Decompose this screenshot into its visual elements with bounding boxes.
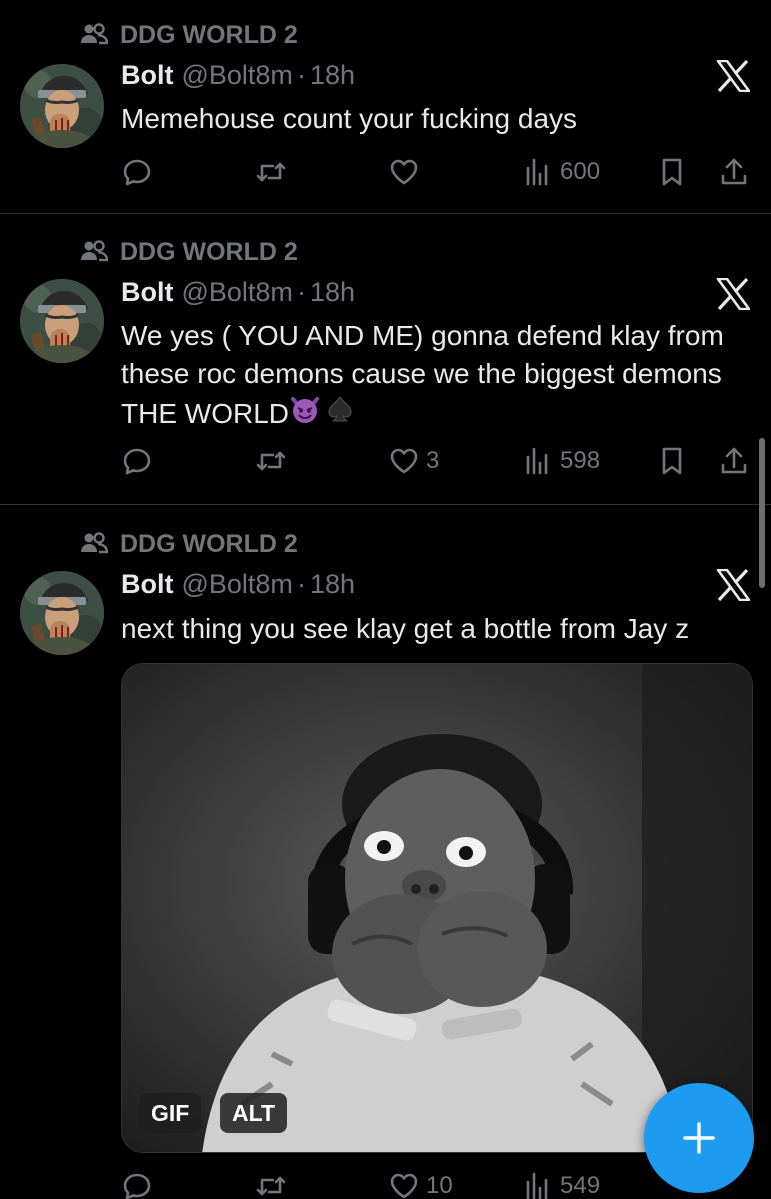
views-button[interactable]: 549 xyxy=(522,1166,600,1199)
tweet-header: Bolt @Bolt8m · 18h xyxy=(121,275,355,309)
gif-media[interactable] xyxy=(121,663,753,1153)
community-name: DDG WORLD 2 xyxy=(120,20,298,49)
smiling-imp-emoji xyxy=(289,393,321,435)
community-icon xyxy=(80,239,108,265)
views-button[interactable]: 598 xyxy=(522,441,600,481)
tweet-1[interactable]: DDG WORLD 2 Bolt @Bolt8m · 18h Memehouse… xyxy=(0,0,771,213)
tweet-text: Memehouse count your fucking days xyxy=(121,103,578,134)
bookmark-icon xyxy=(656,445,688,477)
tweet-text-line: We yes ( YOU AND ME) gonna defend klay f… xyxy=(121,320,724,351)
tweet-header: Bolt @Bolt8m · 18h xyxy=(121,58,355,92)
gif-badge: GIF xyxy=(139,1093,202,1133)
retweet-button[interactable] xyxy=(255,1166,287,1199)
community-label[interactable]: DDG WORLD 2 xyxy=(80,529,298,559)
retweet-icon xyxy=(255,445,287,477)
community-label[interactable]: DDG WORLD 2 xyxy=(80,20,298,50)
community-name: DDG WORLD 2 xyxy=(120,237,298,266)
retweet-icon xyxy=(255,1170,287,1199)
like-count: 3 xyxy=(426,447,440,474)
author-handle[interactable]: @Bolt8m xyxy=(181,60,292,91)
avatar[interactable] xyxy=(20,64,104,148)
reply-button[interactable] xyxy=(121,1166,153,1199)
share-button[interactable] xyxy=(718,441,750,481)
tweet-text-line: THE WORLD xyxy=(121,393,761,435)
views-button[interactable]: 600 xyxy=(522,152,600,192)
tweet-2[interactable]: DDG WORLD 2 Bolt @Bolt8m · 18h We yes ( … xyxy=(0,214,771,504)
author-name[interactable]: Bolt xyxy=(121,569,173,600)
like-button[interactable]: 10 xyxy=(388,1166,453,1199)
bookmark-button[interactable] xyxy=(656,441,688,481)
author-handle[interactable]: @Bolt8m xyxy=(181,277,292,308)
bookmark-button[interactable] xyxy=(656,152,688,192)
avatar[interactable] xyxy=(20,279,104,363)
like-button[interactable] xyxy=(388,152,426,192)
separator-dot: · xyxy=(296,59,306,90)
action-bar: 600 xyxy=(0,152,771,192)
share-icon xyxy=(718,156,750,188)
reply-icon xyxy=(121,1170,153,1199)
tweet-text: We yes ( YOU AND ME) gonna defend klay f… xyxy=(121,317,761,435)
gif-image xyxy=(122,664,752,1152)
views-icon xyxy=(522,445,554,477)
heart-icon xyxy=(388,445,420,477)
view-count: 549 xyxy=(560,1172,601,1199)
alt-badge[interactable]: ALT xyxy=(220,1093,288,1133)
reply-button[interactable] xyxy=(121,441,153,481)
community-icon xyxy=(80,531,108,557)
bookmark-icon xyxy=(656,156,688,188)
x-logo-icon[interactable] xyxy=(716,278,750,310)
retweet-button[interactable] xyxy=(255,441,287,481)
plus-icon xyxy=(681,1120,717,1156)
community-label[interactable]: DDG WORLD 2 xyxy=(80,237,298,267)
retweet-icon xyxy=(255,156,287,188)
reply-button[interactable] xyxy=(121,152,153,192)
separator-dot: · xyxy=(296,276,306,307)
view-count: 600 xyxy=(560,158,601,185)
reply-icon xyxy=(121,445,153,477)
reply-icon xyxy=(121,156,153,188)
timestamp[interactable]: 18h xyxy=(310,60,355,91)
view-count: 598 xyxy=(560,447,601,474)
tweet-text-line-text: THE WORLD xyxy=(121,398,289,429)
heart-icon xyxy=(388,1170,420,1199)
community-icon xyxy=(80,22,108,48)
author-name[interactable]: Bolt xyxy=(121,277,173,308)
like-button[interactable]: 3 xyxy=(388,441,439,481)
avatar[interactable] xyxy=(20,571,104,655)
retweet-button[interactable] xyxy=(255,152,287,192)
x-logo-icon[interactable] xyxy=(716,569,750,601)
timestamp[interactable]: 18h xyxy=(310,277,355,308)
compose-button[interactable] xyxy=(644,1083,754,1193)
x-logo-icon[interactable] xyxy=(716,60,750,92)
author-handle[interactable]: @Bolt8m xyxy=(181,569,292,600)
community-name: DDG WORLD 2 xyxy=(120,529,298,558)
heart-icon xyxy=(388,156,420,188)
timestamp[interactable]: 18h xyxy=(310,569,355,600)
share-button[interactable] xyxy=(718,152,750,192)
share-icon xyxy=(718,445,750,477)
tweet-text: next thing you see klay get a bottle fro… xyxy=(121,613,690,644)
views-icon xyxy=(522,1170,554,1199)
author-name[interactable]: Bolt xyxy=(121,60,173,91)
spade-suit-emoji xyxy=(325,394,355,434)
tweet-header: Bolt @Bolt8m · 18h xyxy=(121,567,355,601)
views-icon xyxy=(522,156,554,188)
separator-dot: · xyxy=(296,568,306,599)
action-bar: 3 598 xyxy=(0,441,771,481)
scrollbar[interactable] xyxy=(759,438,765,588)
tweet-text-line: these roc demons cause we the biggest de… xyxy=(121,358,722,389)
like-count: 10 xyxy=(426,1172,453,1199)
